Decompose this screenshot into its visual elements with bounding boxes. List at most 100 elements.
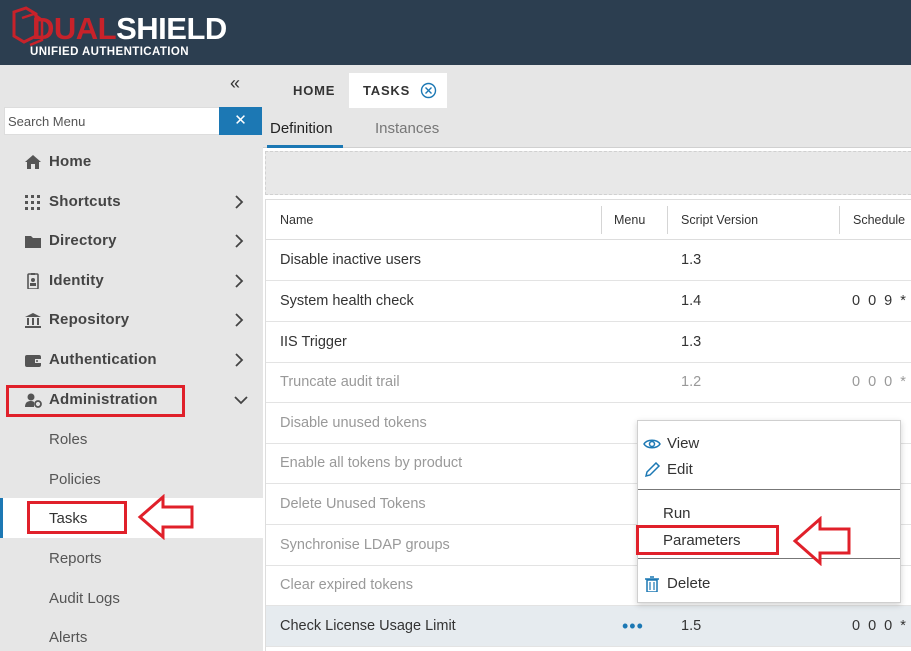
sidebar-item-label: Shortcuts	[49, 193, 121, 210]
sidebar-item-shortcuts[interactable]: Shortcuts	[0, 182, 263, 222]
sidebar-item-administration[interactable]: Administration	[0, 380, 263, 420]
brand-name-part1: DUAL	[32, 11, 117, 46]
chevron-down-icon	[234, 396, 248, 405]
tab-home[interactable]: HOME	[278, 73, 348, 108]
trash-icon	[645, 576, 659, 592]
sidebar-item-authentication[interactable]: Authentication	[0, 340, 263, 380]
row-context-menu: View Edit Run Parameters Delete	[637, 420, 901, 603]
sidebar-subitem-alerts[interactable]: Alerts	[0, 617, 263, 651]
column-header-name[interactable]: Name	[280, 200, 313, 240]
task-name: Clear expired tokens	[280, 577, 413, 593]
sidebar-item-label: Directory	[49, 232, 117, 249]
sidebar-item-label: Administration	[49, 391, 158, 408]
table-row-selected[interactable]: Check License Usage Limit ••• 1.5 0 0 0 …	[266, 606, 911, 647]
task-name: Synchronise LDAP groups	[280, 537, 450, 553]
chevron-right-icon	[235, 195, 244, 209]
column-header-schedule[interactable]: Schedule	[853, 200, 905, 240]
eye-icon	[643, 439, 661, 449]
column-header-menu[interactable]: Menu	[614, 200, 645, 240]
task-version: 1.5	[681, 618, 702, 634]
table-toolbar	[265, 151, 911, 195]
wallet-icon	[25, 355, 41, 367]
sidebar-subitem-label: Audit Logs	[49, 590, 120, 607]
menu-item-view[interactable]: View	[638, 432, 900, 456]
subtab-instances[interactable]: Instances	[375, 120, 439, 137]
menu-item-label: View	[667, 435, 700, 452]
task-name: System health check	[280, 293, 414, 309]
home-icon	[25, 155, 41, 169]
sidebar-subitem-label: Reports	[49, 550, 102, 567]
task-name: Disable unused tokens	[280, 415, 427, 431]
tab-tasks-label: TASKS	[363, 83, 411, 98]
task-schedule: 0 0 0 * *	[852, 618, 911, 634]
menu-item-delete[interactable]: Delete	[638, 572, 900, 596]
chevron-right-icon	[235, 274, 244, 288]
collapse-sidebar-icon[interactable]: «	[230, 73, 240, 94]
table-row[interactable]: IIS Trigger 1.3	[266, 322, 911, 363]
table-row[interactable]: System health check 1.4 0 0 9 * *	[266, 281, 911, 322]
app-header: DUALSHIELD UNIFIED AUTHENTICATION	[0, 0, 911, 65]
subtab-bar: Definition Instances	[263, 108, 911, 148]
sidebar-subitem-reports[interactable]: Reports	[0, 538, 263, 578]
sidebar-item-repository[interactable]: Repository	[0, 300, 263, 340]
dualshield-logo: DUALSHIELD UNIFIED AUTHENTICATION	[10, 6, 240, 62]
sidebar-item-identity[interactable]: Identity	[0, 261, 263, 301]
task-schedule: 0 0 0 * *	[852, 374, 911, 390]
menu-item-label: Parameters	[663, 532, 741, 549]
task-version: 1.3	[681, 334, 702, 350]
sidebar-subitem-policies[interactable]: Policies	[0, 459, 263, 499]
sidebar-item-label: Home	[49, 153, 92, 170]
grid-icon	[25, 195, 40, 210]
sidebar-subitem-audit-logs[interactable]: Audit Logs	[0, 578, 263, 618]
sidebar-subitem-label: Tasks	[49, 510, 88, 527]
column-header-script-version[interactable]: Script Version	[681, 200, 758, 240]
search-menu-input[interactable]	[4, 107, 220, 135]
subtab-definition[interactable]: Definition	[270, 120, 333, 137]
sidebar-subitem-roles[interactable]: Roles	[0, 419, 263, 459]
pencil-icon	[644, 462, 661, 478]
task-name: Check License Usage Limit	[280, 618, 456, 634]
row-menu-button[interactable]: •••	[622, 616, 644, 637]
menu-separator	[638, 489, 900, 490]
close-tab-icon[interactable]	[420, 82, 437, 99]
chevron-right-icon	[235, 313, 244, 327]
task-name: Enable all tokens by product	[280, 455, 463, 471]
sidebar-subitem-label: Roles	[49, 431, 88, 448]
menu-item-label: Edit	[667, 461, 693, 478]
menu-separator	[638, 558, 900, 559]
menu-item-label: Delete	[667, 575, 711, 592]
sidebar-item-directory[interactable]: Directory	[0, 221, 263, 261]
column-separator	[601, 206, 602, 234]
task-name: IIS Trigger	[280, 334, 347, 350]
sidebar-item-label: Repository	[49, 311, 130, 328]
user-gear-icon	[25, 393, 42, 408]
task-version: 1.2	[681, 374, 702, 390]
brand-name: DUALSHIELD	[32, 12, 227, 46]
bank-icon	[25, 313, 41, 328]
column-separator	[839, 206, 840, 234]
annotation-arrow-tasks	[137, 494, 194, 540]
menu-item-run[interactable]: Run	[638, 502, 900, 526]
brand-name-part2: SHIELD	[116, 11, 227, 46]
table-header-row: Name Menu Script Version Schedule	[266, 200, 911, 240]
chevron-right-icon	[235, 353, 244, 367]
table-row[interactable]: Truncate audit trail 1.2 0 0 0 * *	[266, 362, 911, 403]
table-row[interactable]: Disable inactive users 1.3	[266, 240, 911, 281]
task-name: Truncate audit trail	[280, 374, 400, 390]
sidebar-subitem-tasks[interactable]: Tasks	[0, 498, 263, 538]
task-version: 1.4	[681, 293, 702, 309]
clear-search-button[interactable]: ✕	[219, 107, 262, 135]
task-name: Delete Unused Tokens	[280, 496, 426, 512]
menu-item-parameters[interactable]: Parameters	[638, 529, 900, 553]
tab-tasks[interactable]: TASKS	[349, 73, 447, 108]
chevron-right-icon	[235, 234, 244, 248]
menu-item-edit[interactable]: Edit	[638, 458, 900, 482]
sidebar-subitem-label: Alerts	[49, 629, 88, 646]
sidebar-item-home[interactable]: Home	[0, 142, 263, 182]
task-schedule: 0 0 9 * *	[852, 293, 911, 309]
folder-icon	[25, 236, 41, 248]
active-subtab-indicator	[267, 145, 343, 148]
column-separator	[667, 206, 668, 234]
annotation-arrow-parameters	[792, 516, 851, 566]
sidebar: « ✕ Home Shortcuts Directory Identity Re…	[0, 65, 263, 651]
